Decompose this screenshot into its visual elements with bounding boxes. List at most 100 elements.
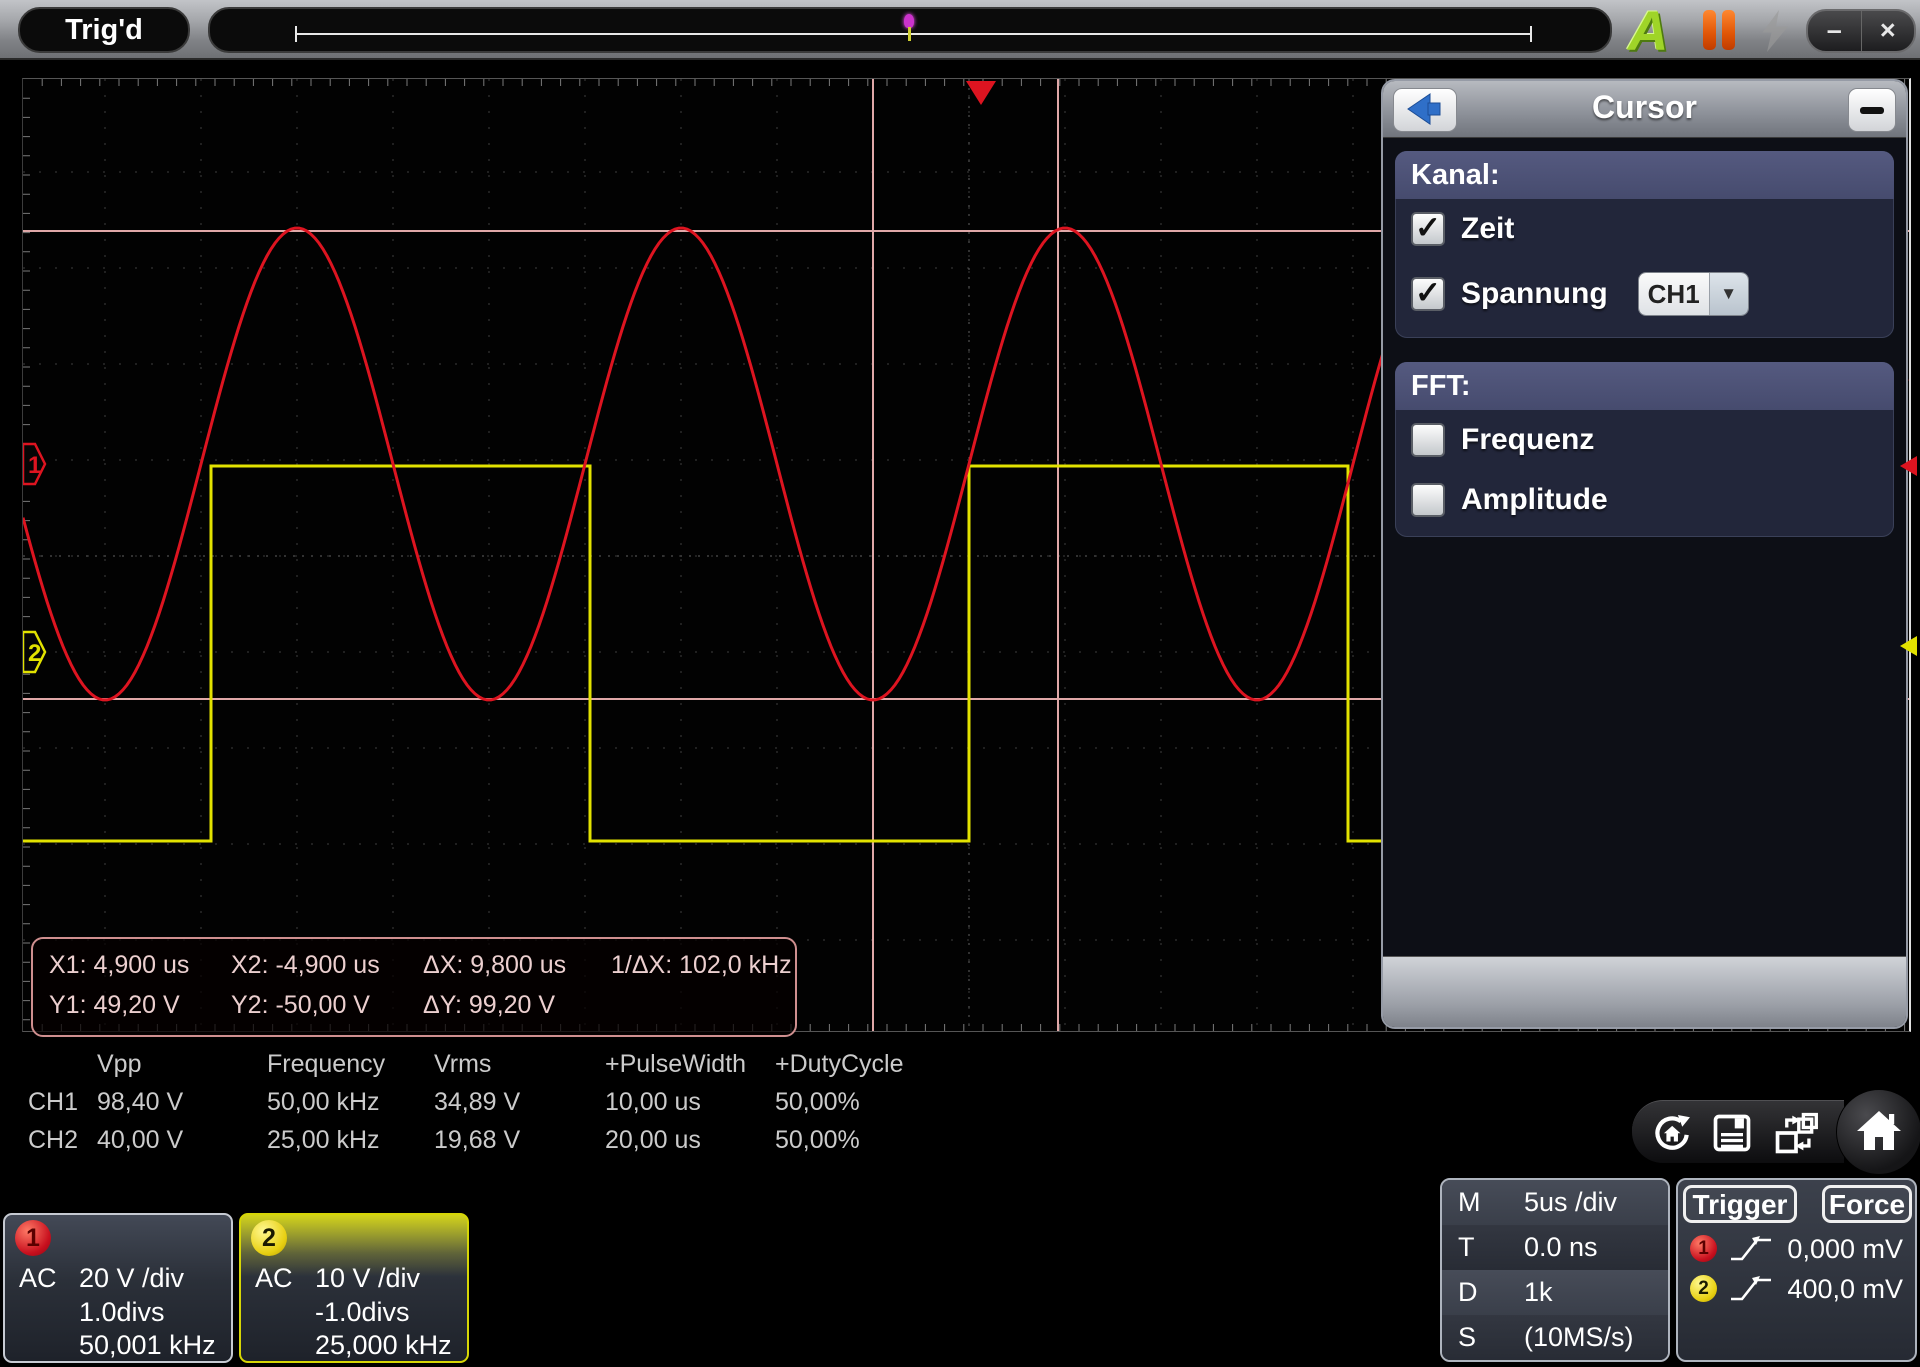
close-button[interactable]: ×: [1862, 11, 1915, 51]
meas-value: 98,40 V: [97, 1088, 183, 1117]
meas-header: +PulseWidth: [605, 1050, 746, 1079]
ch1-trigger-level-marker[interactable]: [1900, 456, 1917, 476]
cursor-y1: Y1: 49,20 V: [49, 991, 180, 1020]
check-icon: ✓: [1415, 275, 1441, 311]
minus-icon: [1860, 107, 1884, 114]
window-controls: – ×: [1806, 9, 1916, 53]
timebase-letter: D: [1458, 1270, 1478, 1315]
ch1-settings-box[interactable]: 1 AC 20 V /div 1.0divs 50,001 kHz: [3, 1213, 233, 1363]
timebase-row-s: S (10MS/s): [1442, 1315, 1668, 1360]
trigger-status-badge: Trig'd: [18, 7, 190, 53]
cursor-panel: Cursor Kanal: ✓ Zeit ✓ Spannung CH1 ▼: [1381, 79, 1908, 1029]
ch1-trigger-level-row[interactable]: 1 0,000 mV: [1686, 1232, 1907, 1266]
lightning-icon[interactable]: [1758, 10, 1794, 52]
trigger-position-icon[interactable]: [966, 81, 996, 105]
screen-transfer-button[interactable]: [1772, 1109, 1820, 1157]
zeit-checkbox[interactable]: ✓: [1411, 212, 1445, 246]
record-right-tick: [1530, 26, 1532, 42]
ch1-zero-marker-label: 1: [28, 452, 41, 479]
ch2-zero-marker-label: 2: [28, 640, 41, 667]
timebase-value: 5us /div: [1524, 1180, 1617, 1225]
spannung-row: ✓ Spannung CH1 ▼: [1395, 259, 1894, 338]
pause-icon[interactable]: [1703, 10, 1716, 50]
ch2-coupling: AC: [255, 1263, 293, 1294]
ch2-trigger-level-row[interactable]: 2 400,0 mV: [1686, 1272, 1907, 1306]
timebase-value: 1k: [1524, 1270, 1553, 1315]
timebase-row-m: M 5us /div: [1442, 1180, 1668, 1225]
rising-edge-icon: [1728, 1273, 1774, 1305]
home-glyph: [1664, 1126, 1681, 1142]
cursor-dy: ΔY: 99,20 V: [423, 991, 555, 1020]
check-icon: ✓: [1415, 210, 1441, 246]
trigger-button[interactable]: Trigger: [1683, 1185, 1797, 1223]
amplitude-checkbox[interactable]: [1411, 483, 1445, 517]
ch1-scale: 20 V /div: [79, 1263, 184, 1294]
meas-value: 20,00 us: [605, 1126, 701, 1155]
frequenz-label: Frequenz: [1461, 423, 1594, 457]
record-position-line: [296, 33, 1532, 35]
meas-header: Vrms: [434, 1050, 491, 1079]
cursor-y2: Y2: -50,00 V: [231, 991, 370, 1020]
ch1-badge: 1: [1690, 1235, 1717, 1262]
timebase-row-d: D 1k: [1442, 1270, 1668, 1315]
frequenz-row: Frequenz: [1395, 410, 1894, 470]
meas-value: 50,00%: [775, 1088, 860, 1117]
zeit-label: Zeit: [1461, 212, 1514, 246]
home-button[interactable]: [1836, 1089, 1920, 1175]
meas-value: 40,00 V: [97, 1126, 183, 1155]
ch1-trigger-level-value: 0,000 mV: [1787, 1234, 1903, 1265]
meas-value: 50,00%: [775, 1126, 860, 1155]
minimize-button[interactable]: –: [1808, 11, 1862, 51]
zeit-row: ✓ Zeit: [1395, 199, 1894, 259]
restore-defaults-button[interactable]: [1650, 1111, 1694, 1155]
ch2-frequency: 25,000 kHz: [315, 1330, 452, 1361]
save-button[interactable]: [1710, 1111, 1754, 1155]
cursor-x2: X2: -4,900 us: [231, 951, 380, 980]
meas-ch2-label: CH2: [28, 1126, 78, 1155]
timebase-letter: M: [1458, 1180, 1481, 1225]
timebase-value: 0.0 ns: [1524, 1225, 1598, 1270]
record-position-bar[interactable]: [208, 7, 1612, 53]
rising-edge-icon: [1728, 1233, 1774, 1265]
toolbar: [1632, 1100, 1844, 1163]
meas-ch1-label: CH1: [28, 1088, 78, 1117]
ch2-settings-box[interactable]: 2 AC 10 V /div -1.0divs 25,000 kHz: [239, 1213, 469, 1363]
ch1-frequency: 50,001 kHz: [79, 1330, 216, 1361]
amplitude-label: Amplitude: [1461, 483, 1608, 517]
timebase-value: (10MS/s): [1524, 1315, 1634, 1360]
record-trigger-marker[interactable]: [904, 14, 914, 28]
ch1-badge: 1: [15, 1220, 51, 1256]
ch2-trigger-level-value: 400,0 mV: [1787, 1274, 1903, 1305]
cursor-dx: ΔX: 9,800 us: [423, 951, 566, 980]
home-icon: [1855, 1106, 1903, 1154]
kanal-header: Kanal:: [1395, 151, 1894, 199]
spannung-checkbox[interactable]: ✓: [1411, 277, 1445, 311]
cursor-readout-box: X1: 4,900 us X2: -4,900 us ΔX: 9,800 us …: [31, 937, 797, 1037]
frequenz-checkbox[interactable]: [1411, 423, 1445, 457]
ch2-position: -1.0divs: [315, 1297, 410, 1328]
kanal-section: Kanal: ✓ Zeit ✓ Spannung CH1 ▼: [1395, 151, 1894, 338]
meas-value: 50,00 kHz: [267, 1088, 380, 1117]
trigger-box: Trigger Force 1 0,000 mV 2 400,0 mV: [1676, 1178, 1917, 1362]
ch2-trigger-level-marker[interactable]: [1900, 636, 1917, 656]
meas-value: 25,00 kHz: [267, 1126, 380, 1155]
pause-icon[interactable]: [1722, 10, 1735, 50]
spannung-label: Spannung: [1461, 277, 1608, 311]
app-logo: A: [1628, 0, 1698, 58]
scope-display[interactable]: 1 2 X1: 4,900 us X2: -4,900 us ΔX: 9,800 …: [22, 78, 1911, 1032]
ch2-badge: 2: [251, 1220, 287, 1256]
force-button[interactable]: Force: [1822, 1185, 1912, 1223]
meas-header: Frequency: [267, 1050, 385, 1079]
timebase-box[interactable]: M 5us /div T 0.0 ns D 1k S (10MS/s): [1440, 1178, 1670, 1362]
cursor-invdx: 1/ΔX: 102,0 kHz: [611, 951, 792, 980]
cursor-panel-footer: [1383, 956, 1906, 1027]
title-bar: Trig'd A – ×: [0, 0, 1920, 60]
collapse-button[interactable]: [1848, 88, 1896, 132]
ch2-scale: 10 V /div: [315, 1263, 420, 1294]
cursor-x1: X1: 4,900 us: [49, 951, 189, 980]
fft-header: FFT:: [1395, 362, 1894, 410]
chevron-down-icon: ▼: [1709, 273, 1748, 315]
timebase-letter: S: [1458, 1315, 1476, 1360]
channel-select-dropdown[interactable]: CH1 ▼: [1638, 272, 1749, 316]
ch1-coupling: AC: [19, 1263, 57, 1294]
